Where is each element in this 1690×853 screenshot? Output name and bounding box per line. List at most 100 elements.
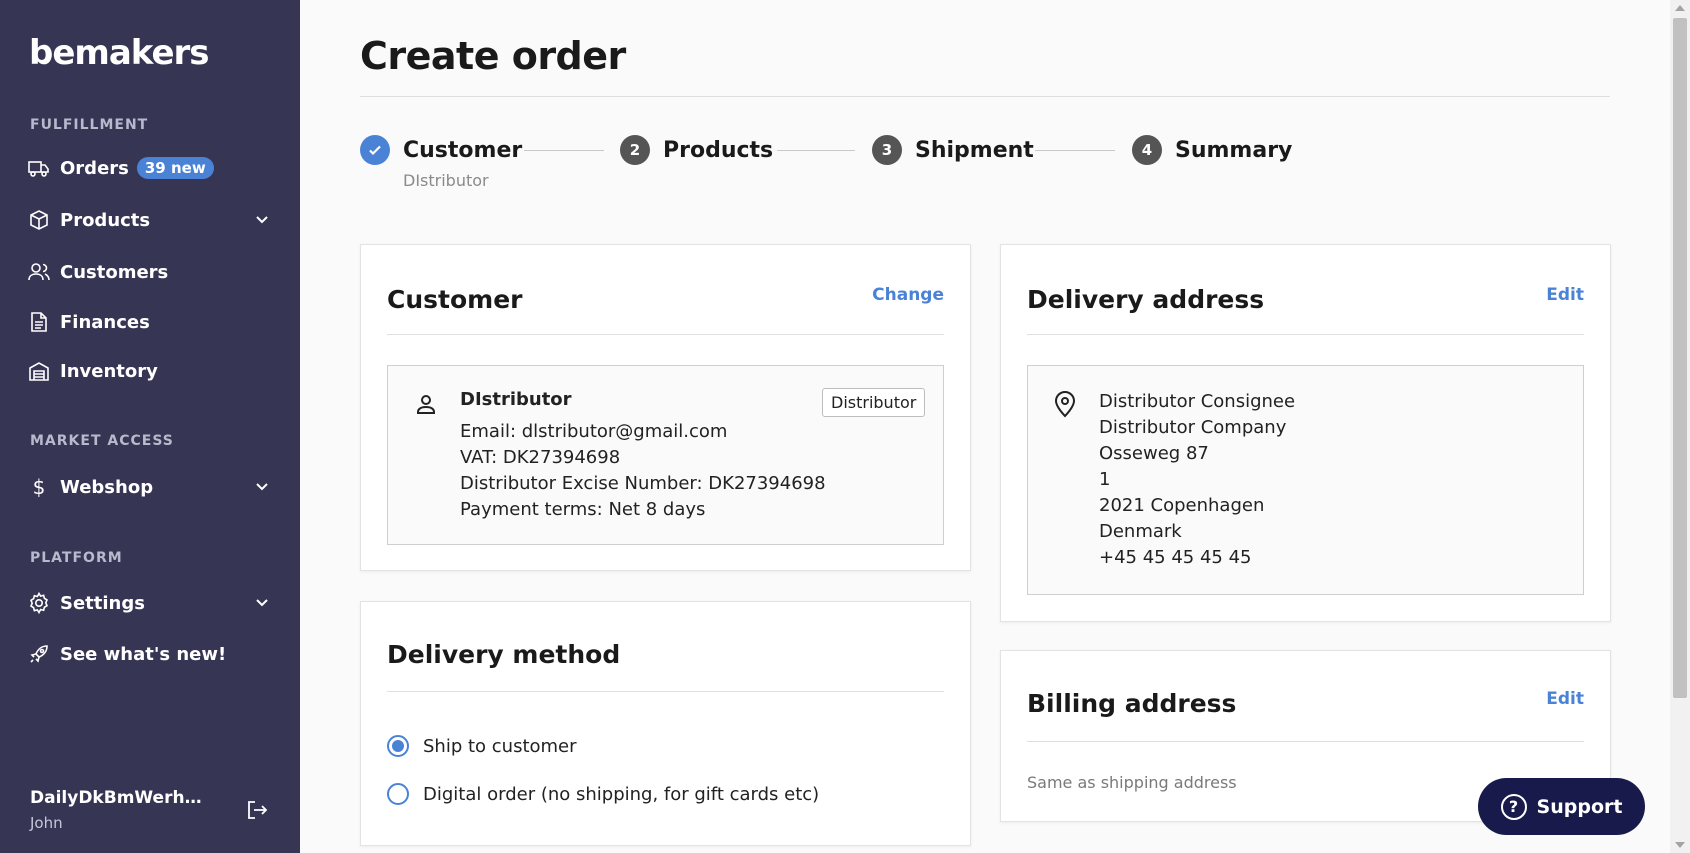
box-icon: [28, 209, 50, 231]
chevron-down-icon: [252, 209, 272, 229]
question-icon: ?: [1500, 793, 1527, 820]
address-line: Distributor Consignee: [1099, 391, 1296, 412]
card-title: Delivery method: [387, 640, 621, 669]
new-orders-badge: 39 new: [136, 157, 214, 179]
person-icon: [414, 392, 438, 420]
sidebar-item-finances[interactable]: Finances: [28, 305, 272, 339]
section-label-market-access: MARKET ACCESS: [30, 433, 174, 449]
delivery-address-card: Delivery address Edit Distributor Consig…: [1000, 244, 1611, 622]
document-icon: [28, 311, 50, 333]
step-label: Summary: [1175, 137, 1293, 163]
user-name: DailyDkBmWerhau...: [30, 788, 210, 808]
step-connector: [1035, 150, 1115, 151]
card-divider: [1027, 741, 1584, 742]
address-phone: +45 45 45 45 45: [1099, 547, 1252, 568]
scrollbar[interactable]: [1670, 0, 1690, 853]
sidebar-item-orders[interactable]: Orders 39 new: [28, 151, 272, 185]
step-shipment[interactable]: 3 Shipment: [872, 135, 1034, 165]
step-number: 4: [1132, 135, 1162, 165]
card-title: Delivery address: [1027, 285, 1265, 314]
chevron-down-icon: [252, 476, 272, 496]
dollar-icon: $: [32, 475, 46, 499]
support-label: Support: [1536, 795, 1623, 818]
truck-icon: [28, 157, 50, 179]
card-title: Customer: [387, 285, 523, 314]
card-divider: [387, 334, 944, 335]
sidebar-item-label: Webshop: [60, 476, 154, 498]
step-products[interactable]: 2 Products: [620, 135, 773, 165]
scroll-thumb[interactable]: [1673, 18, 1687, 698]
step-label: Customer: [403, 137, 523, 163]
warehouse-icon: [28, 360, 50, 382]
customer-details-box: DIstributor Distributor Email: dlstribut…: [387, 365, 944, 545]
logout-icon[interactable]: [246, 799, 268, 821]
card-title: Billing address: [1027, 689, 1237, 718]
location-pin-icon: [1054, 390, 1076, 422]
sidebar-item-settings[interactable]: Settings: [28, 586, 272, 620]
main-content: Create order Customer DIstributor 2 Prod…: [300, 0, 1670, 853]
sidebar-item-label: Products: [60, 209, 151, 231]
delivery-address-box: Distributor Consignee Distributor Compan…: [1027, 365, 1584, 595]
users-icon: [28, 261, 50, 283]
address-line: 2021 Copenhagen: [1099, 495, 1265, 516]
title-divider: [360, 96, 1610, 97]
step-label: Shipment: [915, 137, 1034, 163]
sidebar-item-webshop[interactable]: $ Webshop: [28, 470, 272, 504]
radio-selected-icon[interactable]: [387, 735, 409, 757]
sidebar: bemakers FULFILLMENT Orders 39 new Produ…: [0, 0, 300, 853]
sidebar-item-customers[interactable]: Customers: [28, 255, 272, 289]
scroll-down-icon[interactable]: [1675, 842, 1685, 848]
section-label-platform: PLATFORM: [30, 550, 123, 566]
customer-payment-terms: Payment terms: Net 8 days: [460, 499, 706, 520]
step-customer-sub: DIstributor: [403, 171, 489, 190]
radio-label: Digital order (no shipping, for gift car…: [423, 783, 820, 805]
address-line: 1: [1099, 469, 1111, 490]
edit-billing-address-link[interactable]: Edit: [1546, 689, 1584, 709]
step-number: 3: [872, 135, 902, 165]
logo: bemakers: [29, 33, 210, 73]
radio-digital-order[interactable]: Digital order (no shipping, for gift car…: [387, 783, 819, 805]
customer-card: Customer Change DIstributor Distributor …: [360, 244, 971, 571]
address-line: Distributor Company: [1099, 417, 1287, 438]
gear-icon: [28, 592, 50, 614]
radio-ship-to-customer[interactable]: Ship to customer: [387, 735, 577, 757]
billing-address-note: Same as shipping address: [1027, 773, 1237, 792]
card-divider: [387, 691, 944, 692]
check-icon: [360, 135, 390, 165]
scroll-up-icon[interactable]: [1675, 5, 1685, 11]
card-divider: [1027, 334, 1584, 335]
customer-name: DIstributor: [460, 389, 572, 410]
rocket-icon: [28, 643, 50, 665]
customer-excise-number: Distributor Excise Number: DK27394698: [460, 473, 826, 494]
customer-email: Email: dlstributor@gmail.com: [460, 421, 728, 442]
sidebar-item-whats-new[interactable]: See what's new!: [28, 637, 272, 671]
customer-vat: VAT: DK27394698: [460, 447, 621, 468]
step-summary[interactable]: 4 Summary: [1132, 135, 1292, 165]
step-connector: [777, 150, 855, 151]
sidebar-item-inventory[interactable]: Inventory: [28, 354, 272, 388]
step-connector: [524, 150, 604, 151]
step-customer[interactable]: Customer: [360, 135, 522, 165]
sidebar-item-label: See what's new!: [60, 643, 227, 665]
sidebar-item-label: Customers: [60, 261, 169, 283]
sidebar-item-label: Inventory: [60, 360, 158, 382]
sidebar-item-products[interactable]: Products: [28, 203, 272, 237]
delivery-method-card: Delivery method Ship to customer Digital…: [360, 601, 971, 846]
page-title: Create order: [360, 34, 626, 78]
radio-unselected-icon[interactable]: [387, 783, 409, 805]
radio-label: Ship to customer: [423, 735, 577, 757]
address-line: Denmark: [1099, 521, 1182, 542]
support-button[interactable]: ? Support: [1478, 778, 1645, 835]
user-subtitle: John: [30, 814, 63, 832]
change-customer-link[interactable]: Change: [872, 285, 944, 305]
step-label: Products: [663, 137, 774, 163]
step-number: 2: [620, 135, 650, 165]
section-label-fulfillment: FULFILLMENT: [30, 117, 149, 133]
chevron-down-icon: [252, 592, 272, 612]
sidebar-item-label: Orders: [60, 157, 129, 179]
address-line: Osseweg 87: [1099, 443, 1209, 464]
sidebar-item-label: Settings: [60, 592, 145, 614]
customer-type-tag: Distributor: [822, 388, 926, 417]
edit-delivery-address-link[interactable]: Edit: [1546, 285, 1584, 305]
sidebar-item-label: Finances: [60, 311, 150, 333]
